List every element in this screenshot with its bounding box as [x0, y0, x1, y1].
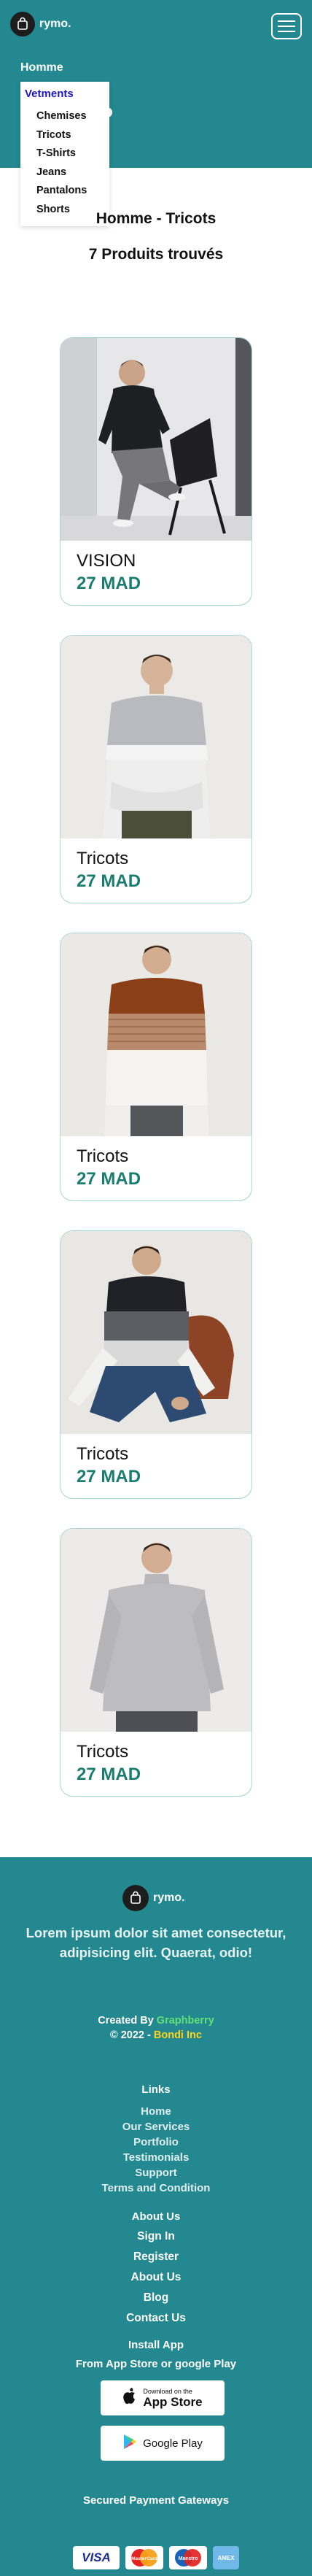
shopping-bag-icon	[10, 12, 35, 36]
dropdown-item-pantalons[interactable]: Pantalons	[20, 182, 109, 201]
hamburger-menu-button[interactable]	[271, 13, 302, 39]
menu-bar	[278, 20, 295, 22]
mastercard-icon: MasterCard	[125, 2546, 163, 2569]
product-price: 27 MAD	[77, 871, 141, 891]
footer-link-home[interactable]: Home	[0, 2105, 312, 2118]
mastercard-label: MasterCard	[131, 2556, 157, 2561]
dropdown-item-tricots[interactable]: Tricots	[20, 126, 109, 145]
footer-link-sign-in[interactable]: Sign In	[0, 2230, 312, 2243]
install-app-heading: Install App	[128, 2339, 184, 2351]
product-name[interactable]: VISION	[77, 551, 136, 571]
product-price: 27 MAD	[77, 1467, 141, 1486]
payment-heading: Secured Payment Gateways	[82, 2494, 230, 2507]
payment-methods: VISA MasterCard Maestro AMEX	[0, 2546, 312, 2569]
product-image[interactable]	[61, 1529, 251, 1732]
product-name[interactable]: Tricots	[77, 1146, 128, 1167]
shopping-bag-icon	[122, 1885, 149, 1911]
product-price: 27 MAD	[77, 574, 141, 593]
product-name[interactable]: Tricots	[77, 1444, 128, 1465]
created-by-label: Created By	[98, 2015, 154, 2027]
footer-brand-logo[interactable]: rymo.	[122, 1885, 185, 1911]
product-price: 27 MAD	[77, 1169, 141, 1189]
menu-bar	[278, 26, 295, 27]
product-card[interactable]: VISION 27 MAD	[60, 337, 252, 606]
product-card[interactable]: Tricots 27 MAD	[60, 635, 252, 903]
product-image[interactable]	[61, 933, 251, 1136]
product-card[interactable]: Tricots 27 MAD	[60, 1230, 252, 1499]
product-card[interactable]: Tricots 27 MAD	[60, 1528, 252, 1797]
install-app-subheading: From App Store or google Play	[75, 2358, 237, 2370]
footer-link-register[interactable]: Register	[0, 2251, 312, 2264]
google-play-label: Google Play	[143, 2437, 203, 2450]
amex-label: AMEX	[217, 2554, 235, 2561]
footer-link-about-us[interactable]: About Us	[0, 2271, 312, 2284]
product-price: 27 MAD	[77, 1765, 141, 1784]
product-card[interactable]: Tricots 27 MAD	[60, 933, 252, 1201]
created-by-link[interactable]: Graphberry	[157, 2015, 214, 2027]
menu-bar	[278, 31, 295, 32]
category-dropdown: Vetments Chemises Tricots T-Shirts Jeans…	[20, 82, 109, 226]
apple-icon	[122, 2387, 137, 2409]
dropdown-title[interactable]: Vetments	[20, 88, 109, 100]
footer-link-testimonials[interactable]: Testimonials	[0, 2151, 312, 2164]
copyright-label: © 2022 -	[110, 2029, 151, 2041]
visa-label: VISA	[82, 2550, 111, 2564]
product-image[interactable]	[61, 1231, 251, 1434]
page-title: Homme - Tricots	[95, 210, 217, 227]
visa-icon: VISA	[73, 2546, 120, 2569]
footer-brand-name: rymo.	[153, 1891, 185, 1904]
links-heading: Links	[141, 2083, 171, 2096]
dropdown-item-jeans[interactable]: Jeans	[20, 163, 109, 182]
footer-link-terms[interactable]: Terms and Condition	[0, 2182, 312, 2194]
brand-logo[interactable]: rymo.	[10, 12, 71, 36]
product-image[interactable]	[61, 636, 251, 838]
app-store-small-label: Download on the	[143, 2387, 192, 2395]
footer-credits: Created By Graphberry © 2022 - Bondi Inc	[0, 2013, 312, 2043]
product-name[interactable]: Tricots	[77, 849, 128, 869]
footer: rymo. Lorem ipsum dolor sit amet consect…	[0, 1857, 312, 2576]
footer-link-support[interactable]: Support	[0, 2167, 312, 2179]
footer-link-portfolio[interactable]: Portfolio	[0, 2136, 312, 2148]
google-play-button[interactable]: Google Play	[101, 2426, 225, 2461]
about-heading: About Us	[131, 2210, 181, 2223]
google-play-icon	[122, 2434, 137, 2453]
maestro-label: Maestro	[179, 2556, 198, 2561]
product-count: 7 Produits trouvés	[88, 246, 224, 263]
footer-link-blog[interactable]: Blog	[0, 2291, 312, 2305]
dropdown-item-tshirts[interactable]: T-Shirts	[20, 144, 109, 163]
app-store-label: App Store	[143, 2394, 203, 2409]
product-name[interactable]: Tricots	[77, 1742, 128, 1762]
nav-link-homme[interactable]: Homme	[20, 61, 63, 74]
footer-tagline: Lorem ipsum dolor sit amet consectetur, …	[26, 1925, 286, 1960]
amex-icon: AMEX	[213, 2546, 239, 2569]
product-image[interactable]	[61, 338, 251, 541]
app-store-button[interactable]: Download on the App Store	[101, 2380, 225, 2415]
footer-link-contact-us[interactable]: Contact Us	[0, 2312, 312, 2325]
footer-link-our-services[interactable]: Our Services	[0, 2121, 312, 2133]
brand-name: rymo.	[39, 18, 71, 30]
copyright-link[interactable]: Bondi Inc	[154, 2029, 202, 2041]
maestro-icon: Maestro	[169, 2546, 207, 2569]
dropdown-item-chemises[interactable]: Chemises	[20, 107, 109, 126]
